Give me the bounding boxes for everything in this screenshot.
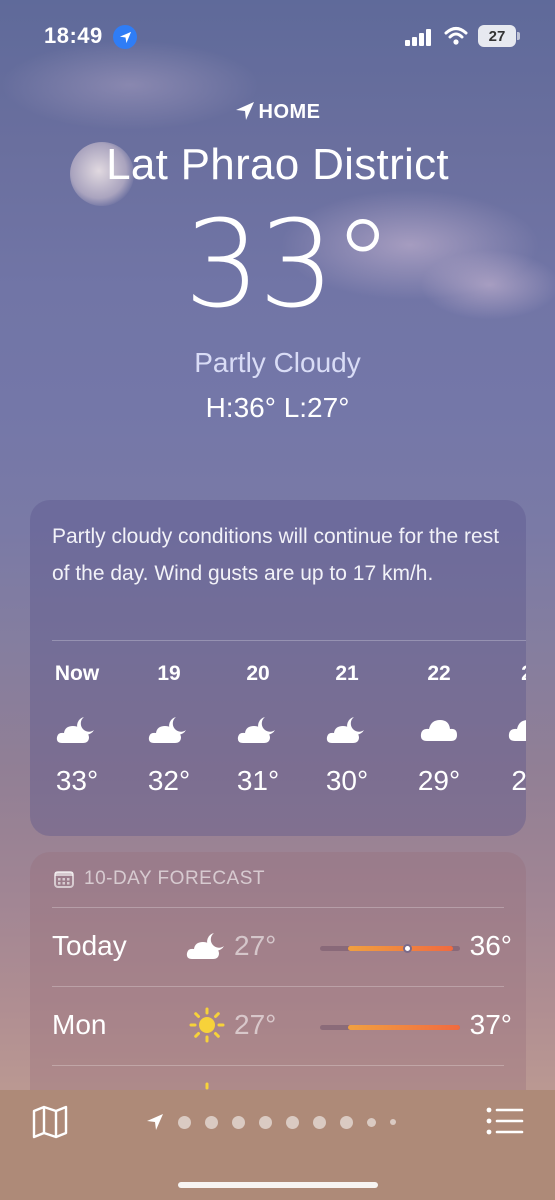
hour-time: 2	[482, 662, 526, 690]
page-dot	[367, 1117, 376, 1127]
hour-temperature: 32°	[147, 765, 191, 796]
home-label: HOME	[0, 101, 555, 124]
temperature-range-bar	[320, 1025, 460, 1030]
page-dot	[340, 1115, 353, 1129]
city-name: Lat Phrao District	[106, 140, 449, 189]
sun-icon	[184, 1003, 230, 1047]
cloud-icon	[394, 710, 484, 750]
battery-indicator: 27	[478, 25, 520, 47]
home-indicator[interactable]	[178, 1182, 378, 1188]
hour-time: 22	[427, 662, 451, 685]
hour-item: Now 33°	[32, 662, 122, 797]
forecast-row[interactable]: Today 27° 36°	[52, 918, 512, 978]
ten-day-forecast-card[interactable]: 10-DAY FORECAST Today 27° 36° Mon 27° 37…	[30, 852, 526, 1112]
status-time: 18:49	[44, 23, 103, 48]
hour-item: 22 29°	[394, 662, 484, 797]
hour-item: 19 32°	[124, 662, 214, 797]
page-indicator[interactable]	[146, 1112, 410, 1132]
forecast-low: 27°	[234, 1009, 277, 1040]
hour-item: 20 31°	[213, 662, 303, 797]
divider	[52, 986, 504, 987]
temperature-range-fill	[348, 1025, 460, 1030]
page-dot	[259, 1115, 272, 1129]
hour-time: 19	[157, 662, 181, 685]
hour-item: 2 28	[482, 662, 526, 797]
forecast-header: 10-DAY FORECAST	[54, 868, 265, 890]
divider	[52, 907, 504, 908]
list-icon[interactable]	[486, 1106, 524, 1136]
divider	[52, 640, 526, 641]
status-bar: 18:49 27	[0, 0, 555, 70]
hour-temperature: 29°	[417, 765, 461, 796]
hour-temperature: 33°	[55, 765, 99, 796]
page-dot	[178, 1115, 191, 1129]
forecast-header-label: 10-DAY FORECAST	[84, 868, 266, 889]
page-dot	[286, 1115, 299, 1129]
forecast-low: 27°	[234, 930, 277, 961]
hour-time: 21	[335, 662, 359, 685]
forecast-day: Mon	[52, 1009, 107, 1040]
page-dot	[232, 1115, 245, 1129]
temperature-range-fill	[348, 946, 453, 951]
current-temperature-dot	[402, 944, 412, 953]
moon-cloud-icon	[32, 710, 122, 750]
location-arrow-icon	[235, 102, 254, 120]
moon-cloud-icon	[213, 710, 303, 750]
forecast-day: Today	[52, 930, 127, 961]
current-temperature: 33°	[184, 196, 393, 335]
hourly-forecast-card[interactable]: Partly cloudy conditions will continue f…	[30, 500, 526, 836]
high-low-temperature: H:36° L:27°	[205, 392, 350, 423]
hour-temperature: 28	[511, 765, 526, 796]
page-dot	[390, 1119, 396, 1125]
hour-time: Now	[54, 662, 100, 685]
forecast-row[interactable]: Mon 27° 37°	[52, 997, 512, 1057]
calendar-icon	[54, 871, 74, 888]
page-dot	[313, 1115, 326, 1129]
page-dot	[205, 1115, 218, 1129]
hour-time: 20	[246, 662, 270, 685]
location-arrow-icon	[147, 1114, 163, 1130]
weather-summary: Partly cloudy conditions will continue f…	[52, 525, 500, 585]
hour-temperature: 31°	[236, 765, 280, 796]
forecast-high: 37°	[469, 1009, 512, 1040]
hour-temperature: 30°	[325, 765, 369, 796]
moon-cloud-icon	[302, 710, 392, 750]
weather-condition: Partly Cloudy	[194, 347, 361, 378]
temperature-range-bar	[320, 944, 460, 953]
divider	[52, 1065, 504, 1066]
forecast-high: 36°	[469, 930, 512, 961]
wifi-icon	[444, 26, 468, 46]
location-arrow-icon	[113, 25, 137, 49]
cellular-signal-icon	[405, 28, 433, 46]
map-icon[interactable]	[32, 1105, 68, 1139]
home-label-text: HOME	[258, 101, 321, 123]
hour-item: 21 30°	[302, 662, 392, 797]
cloud-icon	[482, 710, 526, 750]
moon-cloud-icon	[124, 710, 214, 750]
moon-cloud-icon	[184, 924, 230, 968]
